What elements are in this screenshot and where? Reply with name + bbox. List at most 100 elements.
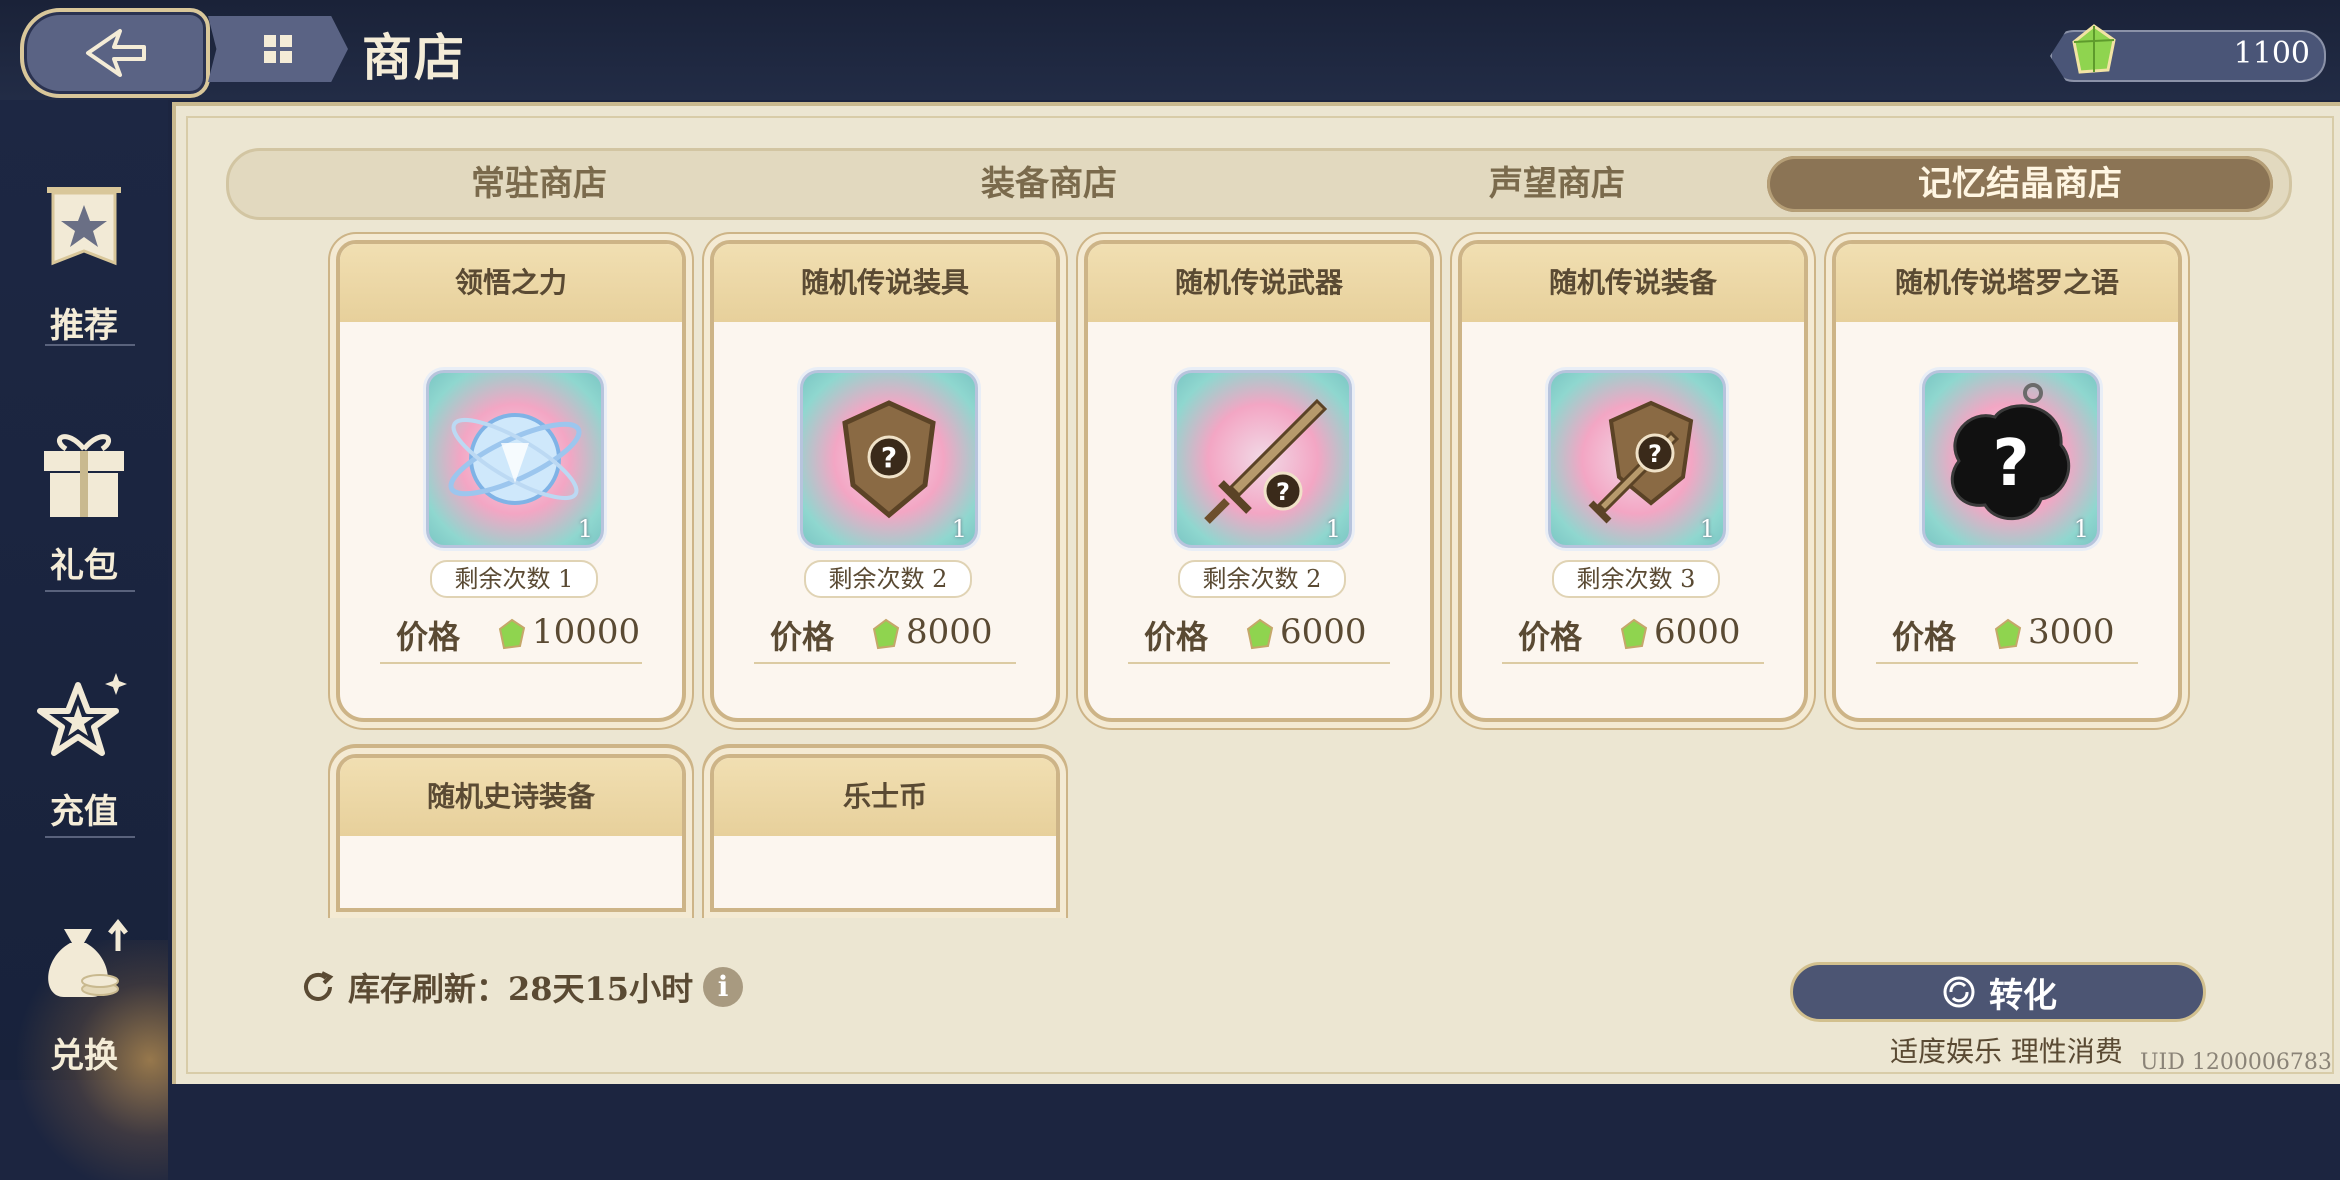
divider [1128,662,1390,664]
price-row: 价格 10000 [340,608,682,658]
sword-question-icon: ? [1204,398,1328,524]
sidebar-item-recharge[interactable]: 充值 [0,646,168,876]
item-quantity: 1 [951,515,967,543]
green-crystal-icon [1620,618,1648,650]
divider [380,662,642,664]
grid-menu-icon [264,35,292,63]
price-row: 价格 3000 [1836,608,2178,658]
divider [45,344,135,346]
svg-text:?: ? [1648,440,1662,468]
shield-question-icon: ? [842,400,936,519]
back-arrow-icon [86,29,146,77]
shop-tabs: 常驻商店 装备商店 声望商店 记忆结晶商店 [226,148,2292,220]
green-crystal-icon [872,618,900,650]
sidebar-item-label: 礼包 [50,546,118,586]
item-title: 乐士币 [714,758,1056,836]
item-image: ? 1 [1174,370,1352,548]
price-row: 价格 8000 [714,608,1056,658]
convert-button[interactable]: 转化 [1790,962,2206,1022]
price-label: 价格 [1144,618,1209,656]
item-title: 随机传说塔罗之语 [1836,244,2178,322]
shop-item-card[interactable]: 随机传说武器 ? 1 剩余次数 2 价格 6000 [1084,240,1434,722]
item-image: ? 1 [800,370,978,548]
currency-value: 1100 [2233,36,2310,71]
item-quantity: 1 [577,515,593,543]
tab-equipment-shop[interactable]: 装备商店 [869,151,1229,217]
remaining-count: 剩余次数 2 [804,560,972,598]
star-banner-icon [47,187,121,266]
item-image: 1 [426,370,604,548]
remaining-count: 剩余次数 3 [1552,560,1720,598]
sidebar-item-recommend[interactable]: 推荐 [0,160,168,390]
divider [1876,662,2138,664]
shop-item-card[interactable]: 随机史诗装备 [336,754,686,912]
green-crystal-icon [1246,618,1274,650]
price-label: 价格 [396,618,461,656]
item-quantity: 1 [1325,515,1341,543]
sparkle-star-icon [37,673,127,756]
sidebar-item-label: 兑换 [50,1036,118,1076]
item-title: 随机史诗装备 [340,758,682,836]
gift-icon [44,434,124,517]
money-bag-icon [48,918,128,997]
item-title: 随机传说装具 [714,244,1056,322]
item-title: 领悟之力 [340,244,682,322]
svg-text:?: ? [881,441,897,474]
convert-label: 转化 [1989,975,2057,1016]
user-id: UID 1200006783 [2140,1050,2332,1075]
back-button[interactable] [20,8,210,98]
item-price: 8000 [906,612,993,652]
top-bar: 商店 1100 [0,0,2340,100]
convert-gear-icon [1943,976,1975,1008]
shop-item-card[interactable]: 领悟之力 1 剩余次数 1 价格 10000 [336,240,686,722]
info-icon[interactable]: i [703,967,744,1007]
price-label: 价格 [770,618,835,656]
sidebar-item-label: 充值 [50,792,118,832]
refresh-icon [304,971,334,1001]
sidebar-item-exchange[interactable]: 兑换 [0,890,168,1120]
item-title: 随机传说装备 [1462,244,1804,322]
sword-shield-question-icon: ? [1588,400,1694,524]
item-title: 随机传说武器 [1088,244,1430,322]
divider [45,836,135,838]
item-quantity: 1 [1699,515,1715,543]
crystal-orb-icon [448,413,582,505]
item-price: 10000 [532,612,641,652]
item-quantity: 1 [2073,515,2089,543]
menu-button[interactable] [208,16,348,82]
shop-item-card[interactable]: 随机传说装具 ? 1 剩余次数 2 价格 8000 [710,240,1060,722]
shop-item-card[interactable]: 乐士币 [710,754,1060,912]
price-row: 价格 6000 [1462,608,1804,658]
health-notice: 适度娱乐 理性消费 [1890,1035,2123,1068]
price-row: 价格 6000 [1088,608,1430,658]
page-title: 商店 [362,28,466,87]
green-crystal-icon [1994,618,2022,650]
item-price: 3000 [2028,612,2115,652]
price-label: 价格 [1892,618,1957,656]
tab-memory-crystal-shop[interactable]: 记忆结晶商店 [1767,156,2273,212]
shop-item-card[interactable]: 随机传说塔罗之语 ? 1 价格 3000 [1832,240,2182,722]
remaining-count: 剩余次数 1 [430,560,598,598]
divider [45,590,135,592]
tab-regular-shop[interactable]: 常驻商店 [359,151,719,217]
price-label: 价格 [1518,618,1583,656]
item-price: 6000 [1280,612,1367,652]
svg-text:?: ? [1992,427,2029,501]
sidebar-item-gift[interactable]: 礼包 [0,400,168,630]
remaining-count: 剩余次数 2 [1178,560,1346,598]
item-image: ? 1 [1922,370,2100,548]
shop-item-card[interactable]: 随机传说装备 ? 1 剩余次数 3 价格 6000 [1458,240,1808,722]
tab-reputation-shop[interactable]: 声望商店 [1377,151,1737,217]
divider [1502,662,1764,664]
green-crystal-icon [2072,24,2116,74]
svg-text:?: ? [1276,478,1290,506]
stock-refresh: 库存刷新：28天15小时 i [298,960,744,1014]
divider [754,662,1016,664]
tarot-question-icon: ? [1950,383,2071,520]
refresh-text: 库存刷新：28天15小时 [348,970,694,1008]
sidebar: 推荐 礼包 充值 兑换 [0,100,168,1180]
green-crystal-icon [498,618,526,650]
item-image: ? 1 [1548,370,1726,548]
sidebar-item-label: 推荐 [50,306,118,346]
item-price: 6000 [1654,612,1741,652]
